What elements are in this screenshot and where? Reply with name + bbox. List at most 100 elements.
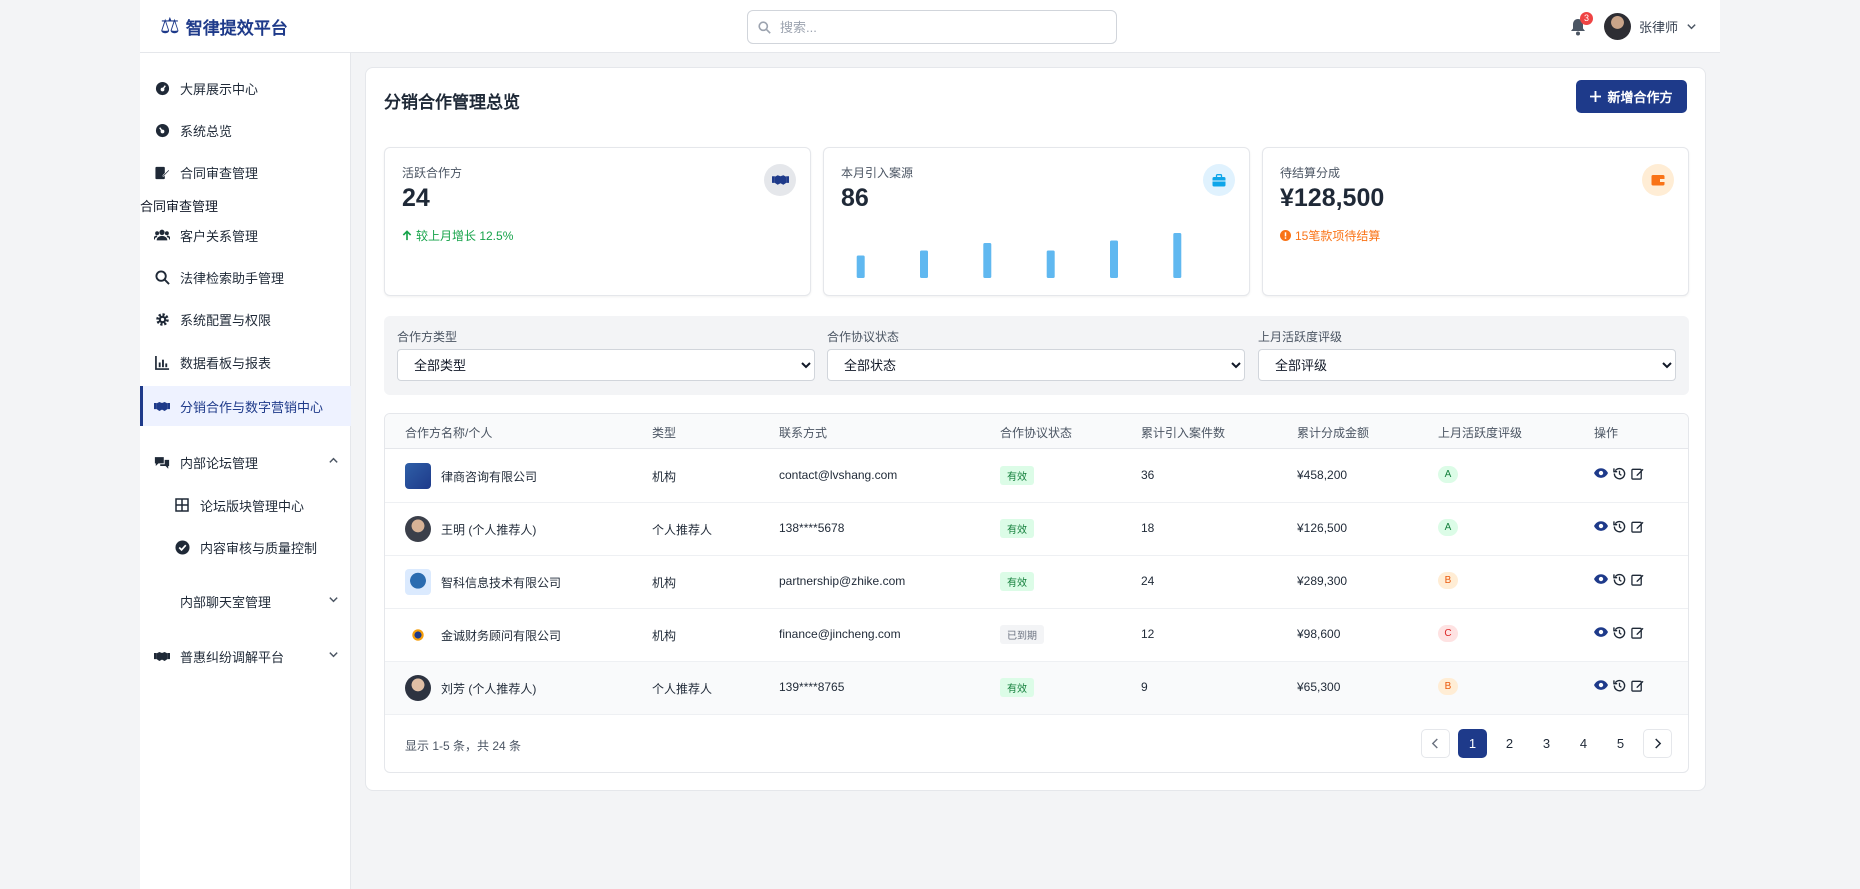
history-icon[interactable]: [1613, 573, 1626, 586]
history-icon[interactable]: [1613, 679, 1626, 692]
partner-contact: 139****8765: [779, 680, 845, 694]
page-button-4[interactable]: 4: [1569, 729, 1598, 758]
table-row[interactable]: 刘芳 (个人推荐人) 个人推荐人 139****8765 有效 9 ¥65,30…: [385, 662, 1688, 715]
edit-icon[interactable]: [1631, 467, 1644, 480]
partner-type: 机构: [652, 470, 677, 484]
filter-agreement-status: 合作协议状态 全部状态: [827, 328, 1245, 381]
dashboard-icon: [154, 80, 170, 96]
stray-label: 合同审查管理: [140, 199, 219, 214]
sidebar-item-mediation[interactable]: 普惠纠纷调解平台: [140, 636, 351, 676]
logo[interactable]: ⚖ 智律提效平台: [160, 14, 288, 39]
partner-type: 机构: [652, 576, 677, 590]
sidebar-item-overview[interactable]: 系统总览: [140, 110, 351, 150]
pagination-summary: 显示 1-5 条，共 24 条: [405, 739, 522, 753]
sidebar-item-label: 法律检索助手管理: [180, 270, 285, 286]
partner-name-cell: 王明 (个人推荐人): [405, 516, 536, 542]
table-footer: 显示 1-5 条，共 24 条 1 2 3 4 5: [385, 715, 1688, 772]
page-button-1[interactable]: 1: [1458, 729, 1487, 758]
edit-icon[interactable]: [1631, 520, 1644, 533]
notification-bell[interactable]: 3: [1570, 12, 1593, 38]
search-input[interactable]: [780, 17, 1100, 37]
comments-icon: [154, 454, 170, 470]
app-frame: ⚖ 智律提效平台 3 张律师 大屏展示中心 系统总览 合同审查管理: [140, 0, 1720, 889]
scales-icon: ⚖: [160, 13, 180, 39]
history-icon[interactable]: [1613, 467, 1626, 480]
stat-card-active-partners: 活跃合作方 24 较上月增长 12.5%: [384, 147, 811, 296]
eye-icon[interactable]: [1594, 467, 1608, 479]
activity-grade-select[interactable]: 全部评级: [1258, 349, 1676, 381]
row-actions: [1594, 573, 1644, 586]
column-header: 联系方式: [779, 426, 828, 440]
search-box[interactable]: [747, 10, 1117, 44]
history-icon[interactable]: [1613, 520, 1626, 533]
sidebar-item-crm[interactable]: 客户关系管理: [140, 215, 351, 255]
sidebar-item-label: 内部聊天室管理: [180, 594, 272, 610]
bar-chart-icon: [154, 354, 170, 370]
user-menu[interactable]: 张律师: [1604, 13, 1697, 40]
edit-icon[interactable]: [1631, 626, 1644, 639]
filter-label: 上月活跃度评级: [1258, 330, 1343, 344]
sidebar-item-forum-sections[interactable]: 论坛版块管理中心: [140, 485, 351, 525]
eye-icon[interactable]: [1594, 520, 1608, 532]
commission-amount: ¥65,300: [1297, 680, 1341, 694]
eye-icon[interactable]: [1594, 679, 1608, 691]
stat-trend-text: 较上月增长 12.5%: [416, 229, 514, 243]
eye-icon[interactable]: [1594, 626, 1608, 638]
page-button-5[interactable]: 5: [1606, 729, 1635, 758]
sidebar-item-distribution[interactable]: 分销合作与数字营销中心: [140, 386, 351, 426]
edit-icon[interactable]: [1631, 573, 1644, 586]
chart-bar: [1173, 233, 1182, 278]
page-button-3[interactable]: 3: [1532, 729, 1561, 758]
partner-name-cell: 律商咨询有限公司: [405, 463, 537, 489]
edit-icon[interactable]: [1631, 679, 1644, 692]
stat-label: 活跃合作方: [402, 166, 463, 180]
sidebar-item-label: 合同审查管理: [180, 165, 259, 181]
partner-type: 机构: [652, 629, 677, 643]
sidebar-item-label: 普惠纠纷调解平台: [180, 649, 285, 665]
partner-type-select[interactable]: 全部类型: [397, 349, 815, 381]
sidebar-item-content-review[interactable]: 内容审核与质量控制: [140, 527, 351, 567]
sidebar-item-system-config[interactable]: 系统配置与权限: [140, 299, 351, 339]
agreement-status-select[interactable]: 全部状态: [827, 349, 1245, 381]
eye-icon[interactable]: [1594, 573, 1608, 585]
sidebar-item-label: 数据看板与报表: [180, 355, 272, 371]
sidebar-item-forum[interactable]: 内部论坛管理: [140, 442, 351, 482]
prev-page-button[interactable]: [1421, 729, 1450, 758]
gear-icon: [154, 311, 170, 327]
sidebar-item-chatroom[interactable]: 内部聊天室管理: [140, 581, 351, 621]
sidebar-item-legal-search[interactable]: 法律检索助手管理: [140, 257, 351, 297]
case-count: 24: [1141, 574, 1155, 588]
sidebar-item-data-board[interactable]: 数据看板与报表: [140, 342, 351, 382]
stat-card-pending-settlement: 待结算分成 ¥128,500 15笔款项待结算: [1262, 147, 1689, 296]
history-icon[interactable]: [1613, 626, 1626, 639]
table-row[interactable]: 金诚财务顾问有限公司 机构 finance@jincheng.com 已到期 1…: [385, 609, 1688, 662]
stat-warning-text: 15笔款项待结算: [1295, 229, 1381, 243]
column-header: 合作协议状态: [1000, 426, 1073, 440]
chevron-down-icon: [329, 652, 338, 658]
partner-type: 个人推荐人: [652, 523, 713, 537]
partner-contact: partnership@zhike.com: [779, 574, 906, 588]
avatar: [405, 675, 431, 701]
sidebar-item-contract-review[interactable]: 合同审查管理: [140, 152, 351, 192]
stat-warning: 15笔款项待结算: [1280, 227, 1380, 244]
sidebar: 大屏展示中心 系统总览 合同审查管理 合同审查管理 客户关系管理 法律检索助手管…: [140, 53, 351, 889]
table-row[interactable]: 智科信息技术有限公司 机构 partnership@zhike.com 有效 2…: [385, 556, 1688, 609]
mini-bar-chart: [856, 233, 1182, 278]
pagination: 1 2 3 4 5: [1421, 729, 1672, 758]
next-page-button[interactable]: [1643, 729, 1672, 758]
sidebar-item-dashboard-screen[interactable]: 大屏展示中心: [140, 68, 351, 108]
table-row[interactable]: 律商咨询有限公司 机构 contact@lvshang.com 有效 36 ¥4…: [385, 450, 1688, 503]
column-header: 操作: [1594, 426, 1619, 440]
filter-activity-grade: 上月活跃度评级 全部评级: [1258, 328, 1676, 381]
status-badge: 有效: [1000, 678, 1034, 697]
add-partner-button[interactable]: 新增合作方: [1576, 80, 1687, 113]
grade-badge: A: [1438, 466, 1458, 483]
chevron-right-icon: [1655, 738, 1662, 749]
avatar: [1604, 13, 1631, 40]
table-row[interactable]: 王明 (个人推荐人) 个人推荐人 138****5678 有效 18 ¥126,…: [385, 503, 1688, 556]
stat-card-cases: 本月引入案源 86: [823, 147, 1250, 296]
search-icon: [758, 21, 771, 34]
page-button-2[interactable]: 2: [1495, 729, 1524, 758]
check-circle-icon: [174, 539, 190, 555]
grade-badge: A: [1438, 519, 1458, 536]
